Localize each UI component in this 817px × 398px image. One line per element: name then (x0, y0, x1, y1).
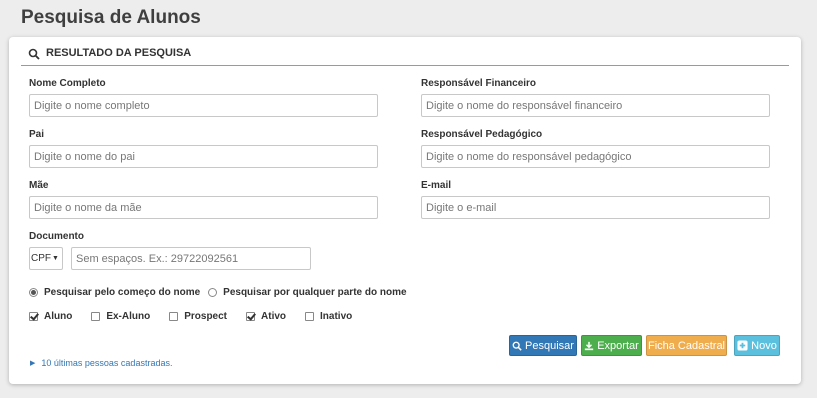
ficha-cadastral-button[interactable]: Ficha Cadastral (646, 335, 727, 356)
filter-group: Aluno Ex-Aluno Prospect Ativo Inativo (29, 311, 352, 322)
filter-prospect[interactable]: Prospect (169, 311, 227, 322)
search-panel: RESULTADO DA PESQUISA Nome Completo Pai … (9, 37, 801, 384)
new-button[interactable]: Novo (734, 335, 780, 356)
checkbox[interactable] (91, 312, 101, 321)
search-mode-group: Pesquisar pelo começo do nome Pesquisar … (29, 287, 407, 298)
nome-label: Nome Completo (29, 78, 106, 89)
new-button-label: Novo (751, 339, 777, 352)
radio-option-any[interactable]: Pesquisar por qualquer parte do nome (208, 287, 407, 298)
recent-people-link-label: 10 últimas pessoas cadastradas. (41, 358, 173, 368)
ficha-cadastral-button-label: Ficha Cadastral (647, 339, 726, 352)
nome-input[interactable] (29, 94, 378, 117)
search-icon (512, 341, 522, 351)
radio-label: Pesquisar por qualquer parte do nome (223, 287, 407, 298)
documento-type-value: CPF (31, 253, 51, 264)
email-label: E-mail (421, 180, 452, 191)
resp-pedagogico-input[interactable] (421, 145, 770, 168)
resp-financeiro-label: Responsável Financeiro (421, 78, 537, 89)
documento-type-select[interactable]: CPF ▼ (29, 247, 63, 270)
documento-label: Documento (29, 231, 84, 242)
filter-ex-aluno[interactable]: Ex-Aluno (91, 311, 150, 322)
checkbox[interactable] (305, 312, 315, 321)
checkbox[interactable] (169, 312, 179, 321)
radio-button[interactable] (208, 288, 218, 297)
radio-option-begin[interactable]: Pesquisar pelo começo do nome (29, 287, 200, 298)
export-button-label: Exportar (597, 339, 639, 352)
filter-aluno[interactable]: Aluno (29, 311, 72, 322)
pai-input[interactable] (29, 145, 378, 168)
search-icon (28, 48, 40, 60)
mae-label: Mãe (29, 180, 49, 191)
mae-input[interactable] (29, 196, 378, 219)
caret-down-icon: ▼ (52, 255, 59, 262)
download-icon (585, 341, 594, 350)
pai-label: Pai (29, 129, 45, 140)
resp-pedagogico-label: Responsável Pedagógico (421, 129, 543, 140)
checkbox-label: Aluno (44, 311, 73, 322)
checkbox[interactable] (246, 312, 256, 321)
page-title: Pesquisa de Alunos (21, 7, 201, 28)
search-button[interactable]: Pesquisar (509, 335, 577, 356)
checkbox-label: Inativo (320, 311, 353, 322)
checkbox-label: Ativo (261, 311, 287, 322)
checkbox-label: Ex-Aluno (106, 311, 151, 322)
panel-header-title: RESULTADO DA PESQUISA (46, 47, 192, 59)
radio-label: Pesquisar pelo começo do nome (44, 287, 201, 298)
caret-right-icon: ▶ (30, 360, 36, 367)
panel-header: RESULTADO DA PESQUISA (21, 47, 789, 66)
checkbox[interactable] (29, 312, 38, 321)
search-button-label: Pesquisar (525, 339, 574, 352)
plus-icon (737, 340, 748, 351)
radio-button[interactable] (29, 288, 38, 297)
email-input[interactable] (421, 196, 770, 219)
filter-inativo[interactable]: Inativo (305, 311, 352, 322)
resp-financeiro-input[interactable] (421, 94, 770, 117)
checkbox-label: Prospect (184, 311, 228, 322)
filter-ativo[interactable]: Ativo (246, 311, 286, 322)
export-button[interactable]: Exportar (581, 335, 642, 356)
documento-input[interactable] (71, 247, 311, 270)
recent-people-link[interactable]: ▶ 10 últimas pessoas cadastradas. (30, 358, 172, 368)
